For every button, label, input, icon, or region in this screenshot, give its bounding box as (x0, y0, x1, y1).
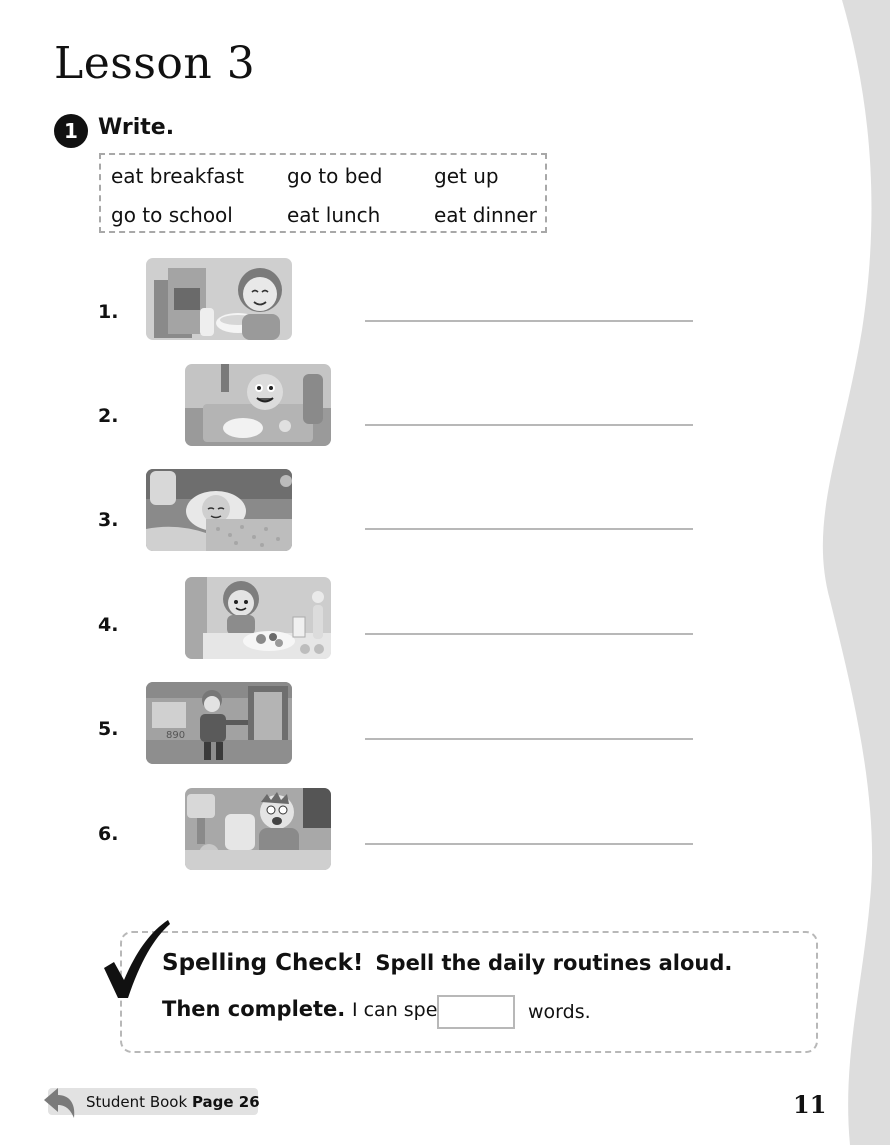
spelling-check-then-complete: Then complete. (162, 997, 346, 1021)
school-bus-picture: 890 (146, 682, 292, 764)
item-number: 6. (98, 823, 119, 845)
item-number: 2. (98, 405, 119, 427)
spelling-check-instruction: Spell the daily routines aloud. (375, 951, 733, 975)
item-number: 4. (98, 614, 119, 636)
lunch-picture (185, 364, 331, 446)
exercise-instruction: Write. (98, 115, 175, 140)
waking-up-picture (185, 788, 331, 870)
spelling-check-prompt: Then complete. I can spell (162, 997, 448, 1021)
breakfast-picture (146, 258, 292, 340)
word-bank-item: go to bed (287, 164, 383, 188)
reference-text: Student Book Page 26 (86, 1093, 260, 1111)
answer-line[interactable] (365, 528, 693, 530)
answer-line[interactable] (365, 843, 693, 845)
page-title: Lesson 3 (54, 38, 256, 89)
word-bank-item: get up (434, 164, 499, 188)
dinner-picture (185, 577, 331, 659)
bed-picture (146, 469, 292, 551)
reference-page: Page 26 (191, 1093, 260, 1111)
word-bank-item: eat lunch (287, 203, 381, 227)
word-bank-item: eat breakfast (111, 164, 244, 188)
exercise-number-badge: 1 (54, 114, 88, 148)
spelling-check-title: Spelling Check! (162, 950, 364, 976)
item-number: 5. (98, 718, 119, 740)
word-bank-item: eat dinner (434, 203, 537, 227)
spelling-check-sentence: I can spell (351, 999, 448, 1021)
spelling-check-heading: Spelling Check! Spell the daily routines … (162, 950, 732, 976)
reference-prefix: Student Book (86, 1093, 188, 1111)
item-number: 3. (98, 509, 119, 531)
item-number: 1. (98, 301, 119, 323)
answer-line[interactable] (365, 738, 693, 740)
words-label: words. (528, 1001, 591, 1023)
checkmark-icon (104, 920, 170, 998)
back-arrow-icon (44, 1088, 75, 1118)
page-number: 11 (793, 1090, 827, 1119)
word-bank-item: go to school (111, 203, 233, 227)
answer-line[interactable] (365, 633, 693, 635)
svg-text:890: 890 (166, 730, 185, 741)
answer-line[interactable] (365, 320, 693, 322)
word-count-input[interactable] (437, 995, 515, 1029)
answer-line[interactable] (365, 424, 693, 426)
